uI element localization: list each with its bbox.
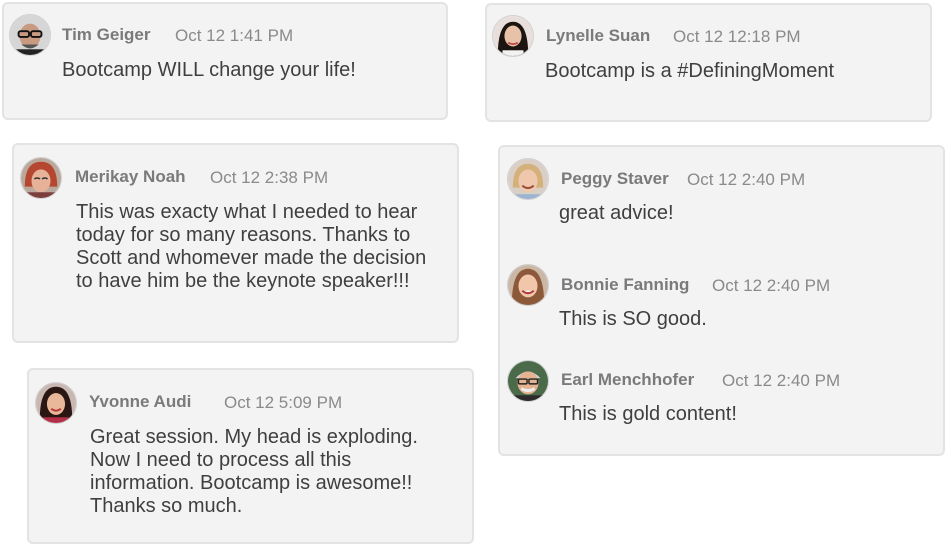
author-name[interactable]: Merikay Noah	[75, 167, 186, 187]
comment-timestamp: Oct 12 2:38 PM	[210, 168, 329, 187]
avatar-tim-geiger-icon	[10, 15, 50, 55]
comment-text: This was exacty what I needed to hear to…	[76, 201, 427, 292]
comment-text: great advice!	[559, 202, 674, 224]
author-name[interactable]: Bonnie Fanning	[561, 275, 689, 295]
author-name[interactable]: Yvonne Audi	[89, 392, 191, 412]
avatar[interactable]	[9, 14, 51, 56]
avatar[interactable]	[492, 15, 534, 57]
avatar-lynelle-suan-icon	[493, 16, 533, 56]
avatar-bonnie-fanning-icon	[508, 265, 548, 305]
comment-timestamp: Oct 12 2:40 PM	[722, 371, 841, 390]
comment-text: Great session. My head is exploding. Now…	[90, 426, 418, 517]
comment-timestamp: Oct 12 12:18 PM	[673, 27, 801, 46]
avatar-peggy-staver-icon	[508, 159, 548, 199]
avatar[interactable]	[507, 264, 549, 306]
author-name[interactable]: Tim Geiger	[62, 25, 151, 45]
comment-text: This is SO good.	[559, 308, 707, 330]
author-name[interactable]: Peggy Staver	[561, 169, 669, 189]
avatar[interactable]	[507, 360, 549, 402]
avatar[interactable]	[20, 157, 62, 199]
comment-text: Bootcamp is a #DefiningMoment	[545, 60, 835, 82]
avatar-yvonne-audi-icon	[36, 383, 76, 423]
comment-timestamp: Oct 12 2:40 PM	[687, 170, 806, 189]
avatar[interactable]	[35, 382, 77, 424]
author-name[interactable]: Lynelle Suan	[546, 26, 650, 46]
comment-text: This is gold content!	[559, 403, 737, 425]
comment-timestamp: Oct 12 5:09 PM	[224, 393, 343, 412]
avatar-merikay-noah-icon	[21, 158, 61, 198]
comment-timestamp: Oct 12 2:40 PM	[712, 276, 831, 295]
avatar-earl-menchhofer-icon	[508, 361, 548, 401]
comment-text: Bootcamp WILL change your life!	[62, 59, 356, 81]
author-name[interactable]: Earl Menchhofer	[561, 370, 694, 390]
avatar[interactable]	[507, 158, 549, 200]
comment-timestamp: Oct 12 1:41 PM	[175, 26, 294, 45]
